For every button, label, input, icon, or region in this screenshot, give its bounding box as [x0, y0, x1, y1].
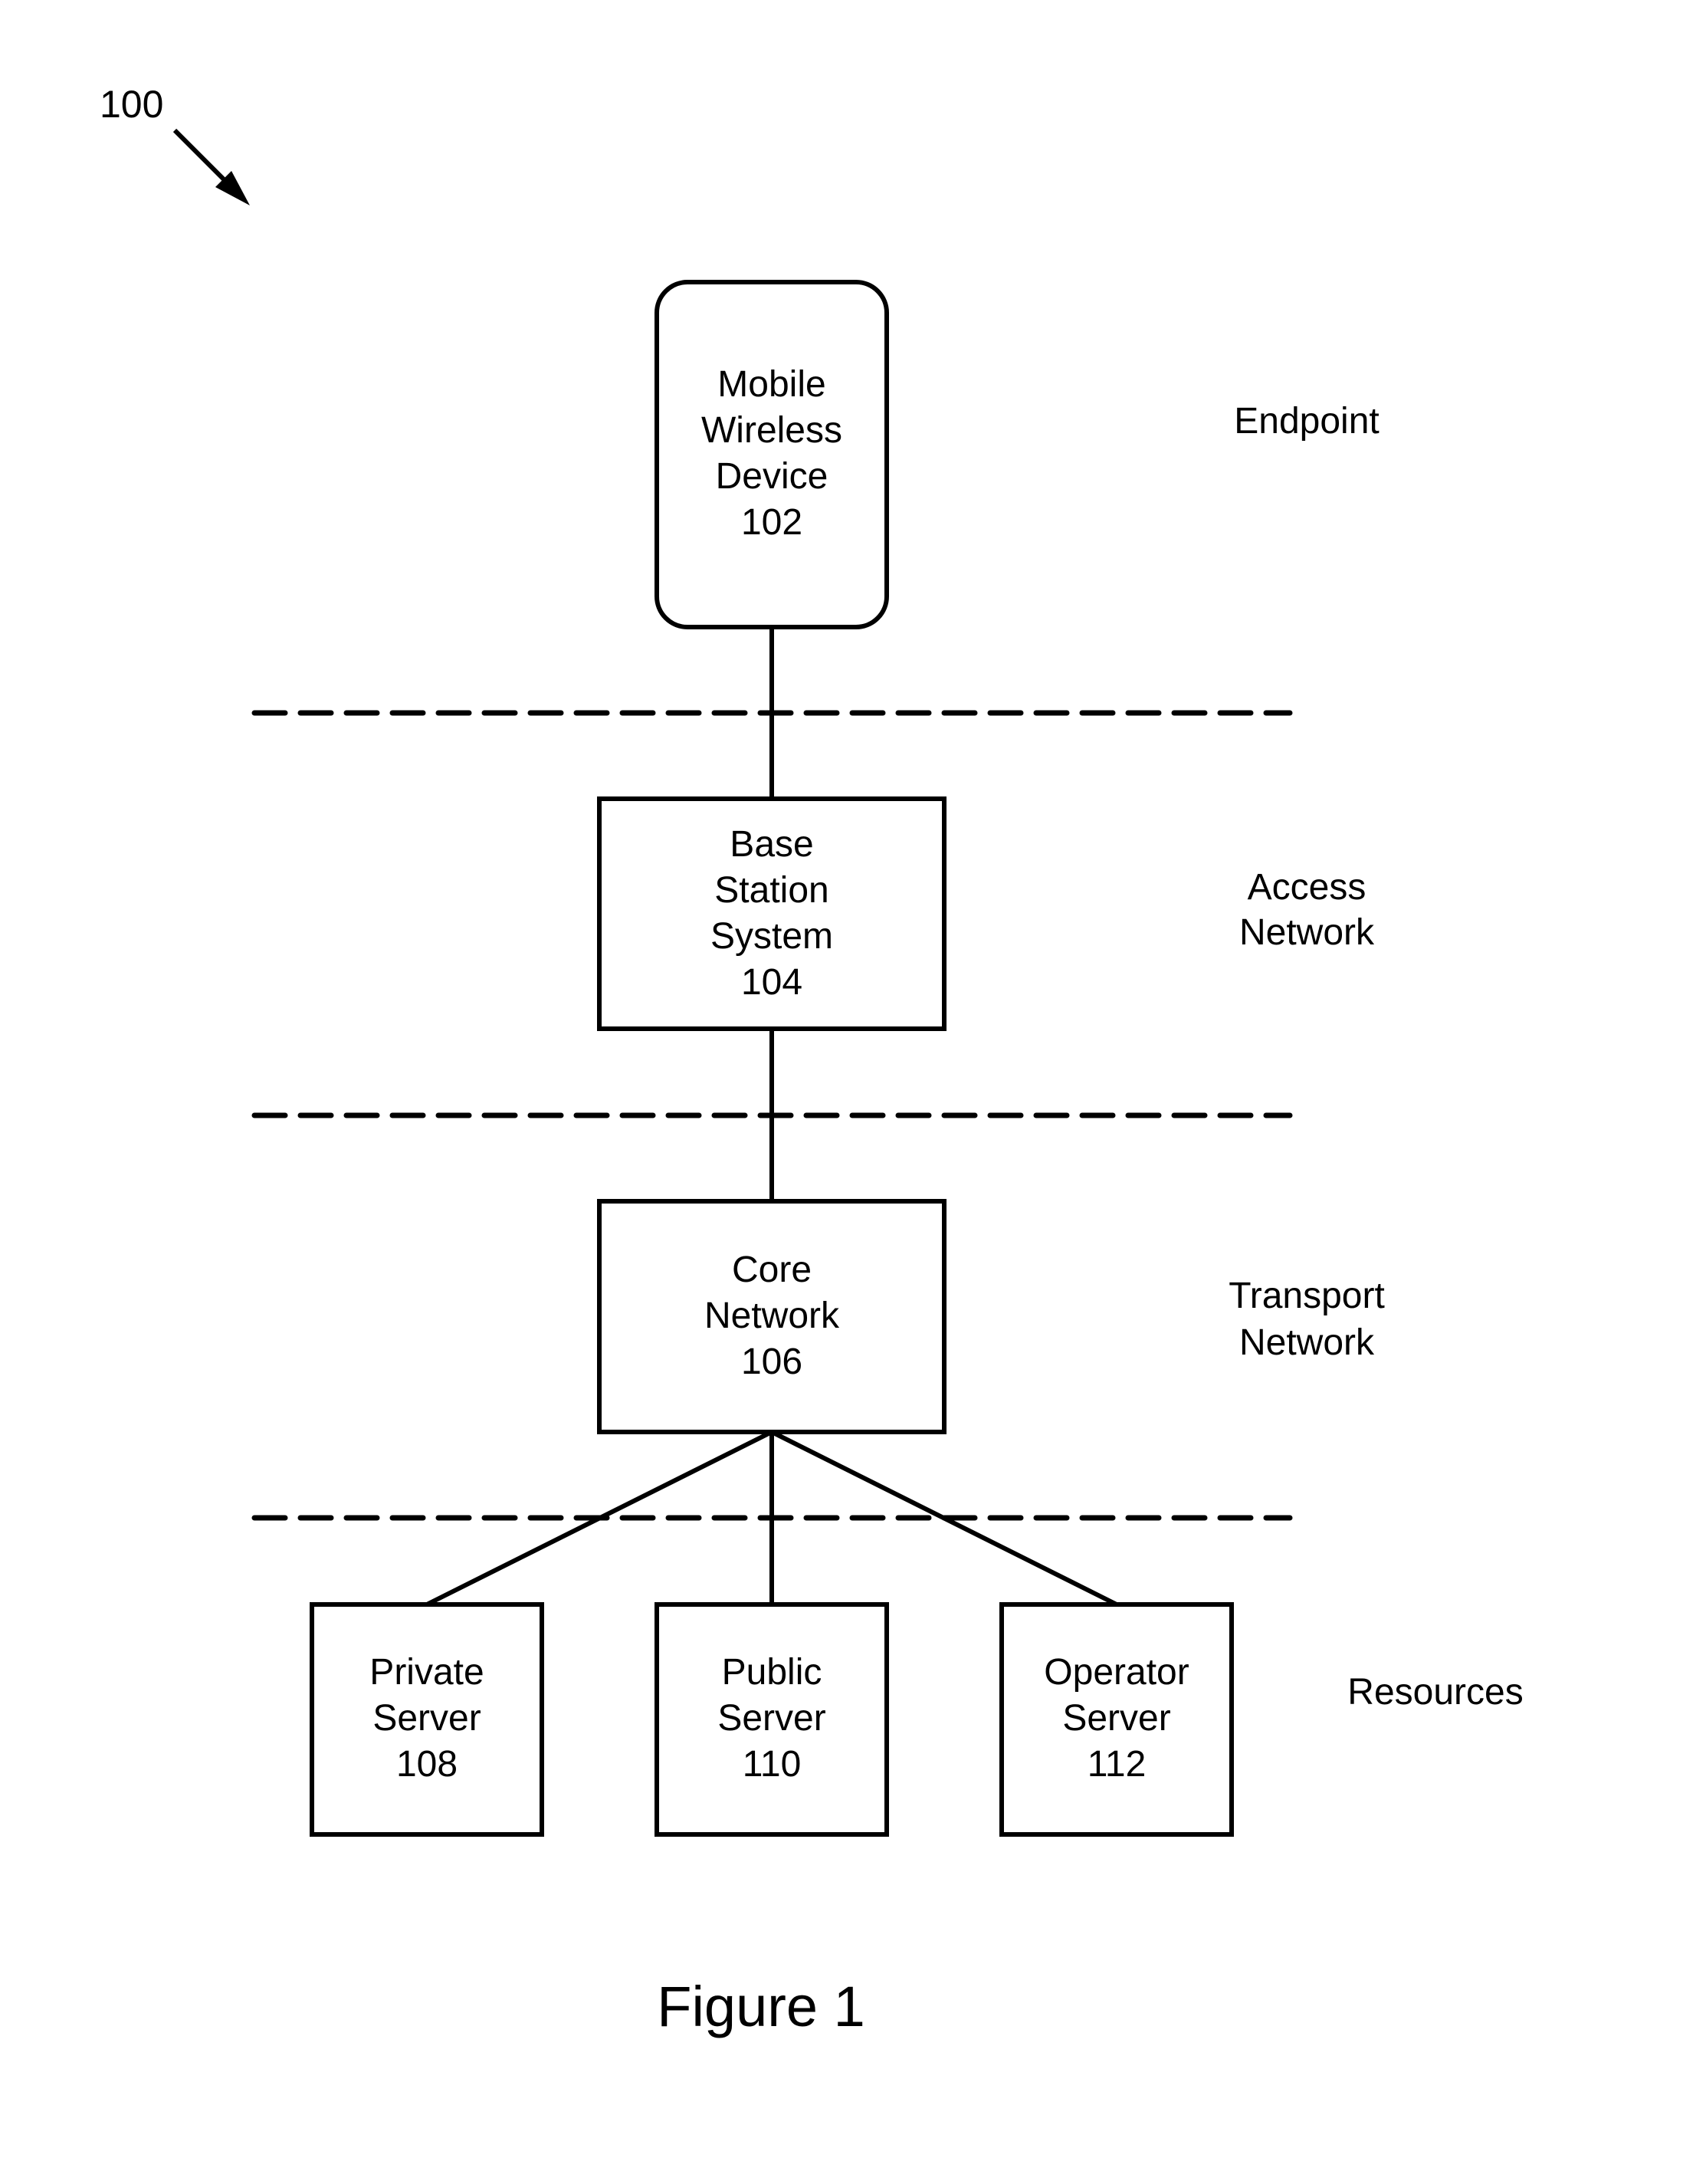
- figure-caption: Figure 1: [657, 1975, 864, 2038]
- layer-label-line: Access: [1248, 867, 1366, 908]
- layer-label-transport-network: Transport Network: [1229, 1276, 1385, 1363]
- layer-label-line: Network: [1239, 912, 1375, 953]
- node-operator-server[interactable]: Operator Server 112: [999, 1602, 1234, 1837]
- node-ref-number: 112: [1088, 1744, 1147, 1785]
- node-ref-number: 108: [396, 1744, 458, 1785]
- layer-label-access-network: Access Network: [1239, 867, 1375, 953]
- node-ref-number: 106: [741, 1342, 802, 1382]
- layer-label-endpoint: Endpoint: [1234, 401, 1380, 442]
- node-label-line: Server: [1062, 1698, 1170, 1739]
- node-label-line: Public: [722, 1652, 822, 1693]
- node-label-line: Base: [730, 824, 813, 865]
- node-label-line: Private: [369, 1652, 484, 1693]
- node-public-server[interactable]: Public Server 110: [655, 1602, 889, 1837]
- network-diagram: 100 Mobile Wireless Device 102 Base Stat…: [100, 83, 1524, 2038]
- node-ref-number: 110: [743, 1744, 802, 1785]
- node-label-line: Server: [372, 1698, 481, 1739]
- node-label-line: Operator: [1044, 1652, 1189, 1693]
- node-label-line: Core: [732, 1250, 812, 1290]
- node-mobile-wireless-device[interactable]: Mobile Wireless Device 102: [655, 280, 889, 629]
- layer-label-line: Network: [1239, 1322, 1375, 1363]
- node-private-server[interactable]: Private Server 108: [310, 1602, 544, 1837]
- node-label-line: Station: [714, 870, 828, 911]
- node-label-line: Device: [716, 456, 828, 497]
- reference-arrow-icon: [172, 128, 250, 205]
- node-label-line: System: [710, 916, 833, 957]
- layer-label-line: Transport: [1229, 1276, 1385, 1316]
- figure-reference-label: 100: [100, 83, 163, 126]
- node-label-line: Server: [717, 1698, 825, 1739]
- layer-label-resources: Resources: [1347, 1672, 1523, 1713]
- node-base-station-system[interactable]: Base Station System 104: [597, 796, 947, 1031]
- node-label-line: Mobile: [717, 364, 825, 405]
- node-ref-number: 102: [741, 502, 802, 543]
- node-core-network[interactable]: Core Network 106: [597, 1199, 947, 1434]
- node-ref-number: 104: [741, 962, 802, 1003]
- node-label-line: Network: [704, 1296, 840, 1336]
- node-label-line: Wireless: [701, 410, 842, 451]
